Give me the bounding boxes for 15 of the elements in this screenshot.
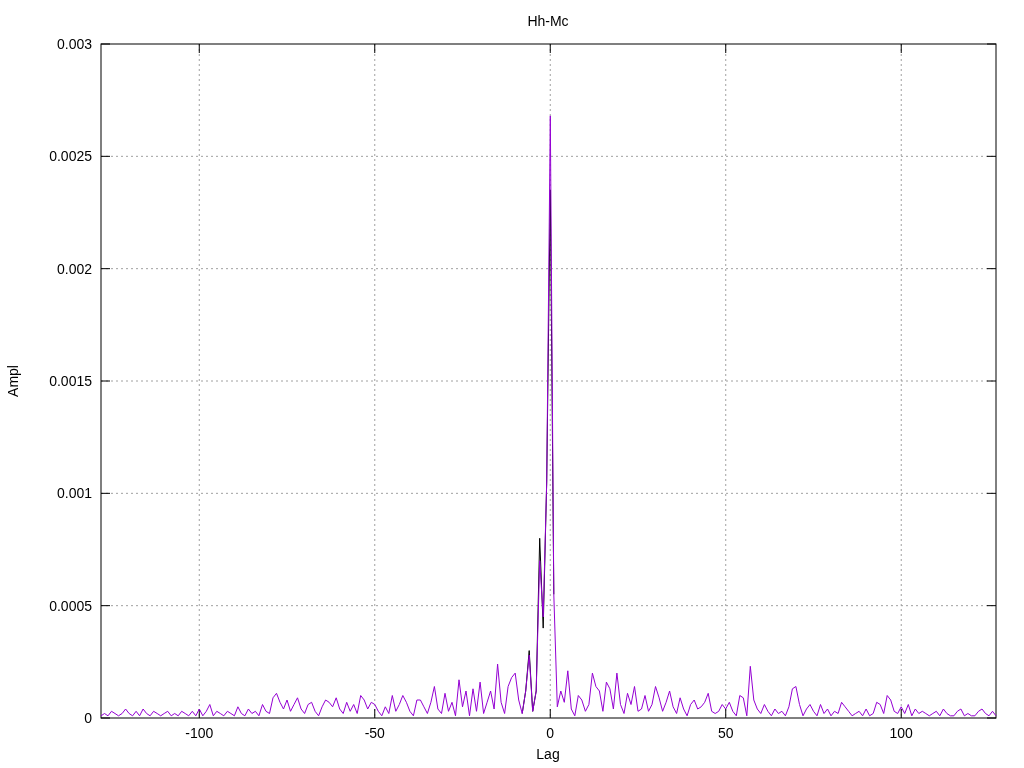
y-tick-label: 0.0025 <box>49 148 92 165</box>
x-tick-label: 0 <box>546 725 555 741</box>
x-tick-label: 100 <box>889 725 913 741</box>
y-tick-label: 0.003 <box>56 36 92 52</box>
y-tick-label: 0.0015 <box>49 373 92 389</box>
x-tick-label: 50 <box>717 725 734 741</box>
y-tick-label: 0.002 <box>56 260 92 277</box>
x-axis-label: Lag <box>536 746 560 762</box>
y-tick-label: 0.0005 <box>49 597 92 614</box>
y-tick-label: 0 <box>84 710 92 726</box>
x-tick-label: -50 <box>364 725 385 741</box>
x-tick-label: -100 <box>185 725 214 741</box>
y-axis-label: Ampl <box>5 365 21 397</box>
y-tick-label: 0.001 <box>56 485 92 502</box>
chart-title: Hh-Mc <box>527 13 569 29</box>
